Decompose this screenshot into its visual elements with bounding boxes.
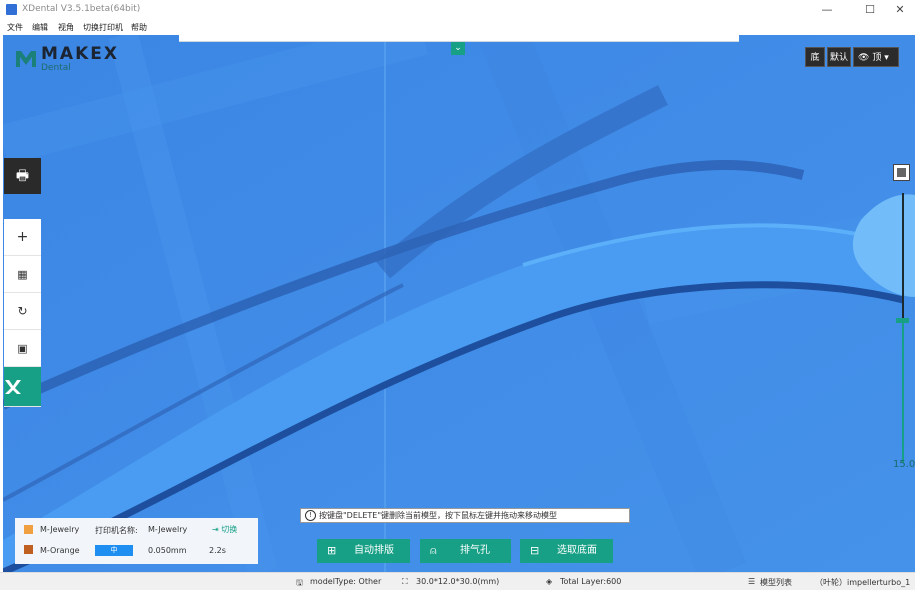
view-default-button[interactable]: 默认	[827, 47, 851, 67]
auto-layout-label: 自动排版	[354, 545, 394, 556]
add-model-button[interactable]: +	[4, 219, 41, 256]
printer-icon: 🖶	[15, 168, 30, 184]
layer-slider-handle[interactable]	[896, 318, 909, 323]
close-button[interactable]: ✕	[885, 2, 915, 18]
left-toolbar: + ▦ ↻ ▣	[4, 219, 41, 407]
layer-thickness: 0.050mm	[148, 546, 187, 555]
vent-hole-button[interactable]: ⍝ 排气孔	[420, 539, 511, 563]
layer-slider-fill	[902, 321, 904, 463]
menu-file[interactable]: 文件	[7, 22, 23, 33]
layer-slider-value: 15.0	[893, 459, 915, 470]
view-eye-dropdown[interactable]: 👁 顶 ▾	[853, 47, 899, 67]
orange-swatch	[24, 545, 33, 554]
grid-icon: ▦	[17, 268, 28, 281]
view-eye-label: 顶	[872, 53, 882, 63]
model-type: modelType: Other	[310, 577, 382, 586]
title-bar: XDental V3.5.1beta(64bit) — ☐ ✕	[0, 0, 915, 20]
app-icon	[6, 4, 17, 15]
layers-icon: ◈	[546, 577, 553, 586]
view-bottom-button[interactable]: 底	[805, 47, 825, 67]
menu-bar: 文件 编辑 视角 切换打印机 帮助	[0, 20, 915, 35]
material-orange[interactable]: M-Orange	[40, 546, 80, 555]
print-button[interactable]: 🖶	[4, 158, 41, 194]
support-tool-button[interactable]	[4, 367, 41, 407]
total-layers: Total Layer:600	[560, 577, 622, 586]
quality-bar[interactable]: 中	[95, 545, 133, 556]
tooth-icon: ⍝	[430, 544, 437, 557]
makex-icon	[5, 380, 21, 394]
hint-text: 按键盘"DELETE"键删除当前模型，按下鼠标左键并拖动来移动模型	[319, 511, 558, 520]
top-panel-strip	[179, 35, 739, 42]
select-base-button[interactable]: ⊟ 选取底面	[520, 539, 613, 563]
model-list-button[interactable]: 模型列表	[760, 577, 792, 588]
save-icon: 🖫	[296, 578, 303, 587]
select-base-label: 选取底面	[557, 545, 597, 556]
material-jewelry[interactable]: M-Jewelry	[40, 525, 79, 534]
exposure-time: 2.2s	[209, 546, 226, 555]
brand-name: MAKEX	[41, 44, 119, 64]
3d-viewport[interactable]: ⌄ MAKEX Dental 底 默认 👁 顶 ▾ 🖶 + ▦ ↻ ▣ 15.0	[3, 35, 915, 572]
scale-tool-button[interactable]: ▣	[4, 330, 41, 367]
hint-bar: ! 按键盘"DELETE"键删除当前模型，按下鼠标左键并拖动来移动模型	[300, 508, 630, 523]
makex-logo-icon	[16, 51, 36, 67]
auto-layout-button[interactable]: ⊞ 自动排版	[317, 539, 410, 563]
info-icon: !	[305, 510, 316, 521]
menu-edit[interactable]: 编辑	[32, 22, 48, 33]
window-title: XDental V3.5.1beta(64bit)	[22, 4, 141, 14]
menu-view[interactable]: 视角	[58, 22, 74, 33]
jewelry-swatch	[24, 525, 33, 534]
menu-help[interactable]: 帮助	[131, 22, 147, 33]
layer-slider-top-button[interactable]	[893, 164, 910, 181]
grid-icon: ⊞	[327, 544, 337, 557]
current-file-name[interactable]: （叶轮）impellerturbo_1	[815, 577, 910, 588]
base-icon: ⊟	[530, 544, 540, 557]
rotate-tool-button[interactable]: ↻	[4, 293, 41, 330]
chevron-down-icon: ▾	[884, 53, 889, 63]
model-render	[3, 35, 915, 572]
menu-switch-printer[interactable]: 切换打印机	[83, 22, 123, 33]
material-panel: M-Jewelry 打印机名称: M-Jewelry ⇥ 切换 M-Orange…	[15, 518, 258, 564]
printer-name-value: M-Jewelry	[148, 525, 188, 534]
printer-name-label: 打印机名称:	[95, 526, 138, 535]
dimensions-icon: ⛶	[402, 577, 408, 586]
list-icon: ☰	[748, 577, 756, 586]
status-bar: 🖫 modelType: Other ⛶ 30.0*12.0*30.0(mm) …	[0, 572, 915, 590]
switch-printer-link[interactable]: ⇥ 切换	[212, 524, 237, 535]
eye-icon: 👁	[858, 53, 870, 63]
minimize-button[interactable]: —	[812, 2, 842, 18]
scale-icon: ▣	[17, 342, 28, 355]
rotate-icon: ↻	[17, 304, 28, 318]
brand-sub: Dental	[41, 63, 71, 73]
switch-icon: ⇥	[212, 525, 219, 534]
maximize-button[interactable]: ☐	[855, 2, 885, 18]
collapse-toolbar-button[interactable]: ⌄	[451, 42, 465, 55]
layout-tool-button[interactable]: ▦	[4, 256, 41, 293]
model-dimensions: 30.0*12.0*30.0(mm)	[416, 577, 500, 586]
vent-hole-label: 排气孔	[460, 545, 490, 556]
plus-icon: +	[16, 229, 29, 245]
